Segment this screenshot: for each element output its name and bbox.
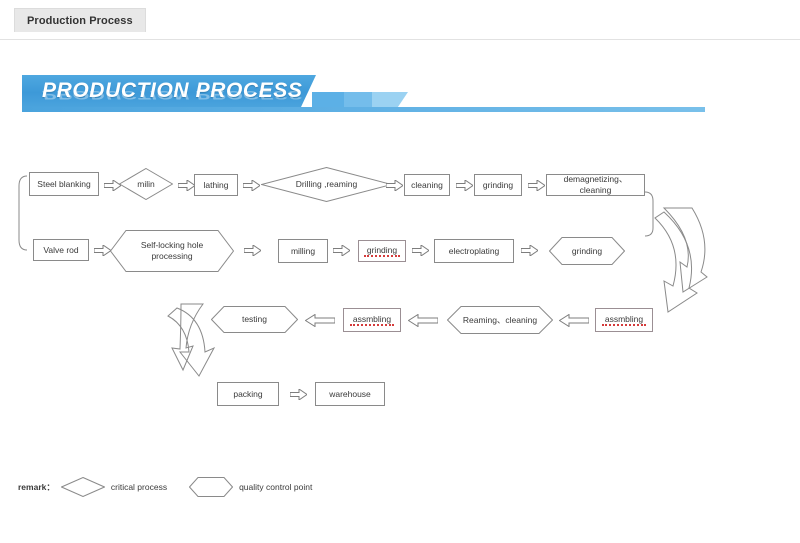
flow-node-milling[interactable]: milling [278,239,328,263]
flow-node-label: Steel blanking [37,178,91,189]
flow-node-label: cleaning [411,179,443,190]
flow-arrow-5 [456,180,473,191]
flow-node-label: Drilling ,reaming [295,179,358,190]
flow-node-assmbling-2[interactable]: assmbling [595,308,653,332]
flow-node-self-locking-hole-processing[interactable]: Self-locking hole processing [110,230,234,272]
connector-left-bracket [18,175,28,251]
flow-node-milin[interactable]: milin [119,168,173,200]
legend-hexagon-icon [189,477,234,497]
flow-arrow-1 [104,180,121,191]
flow-arrow-9 [333,245,350,256]
flow-arrow-10 [412,245,429,256]
page-title: PRODUCTION PROCESS [42,79,303,102]
legend-diamond-icon [60,477,105,497]
flow-node-grinding-3[interactable]: grinding [549,237,625,265]
flow-node-reaming-cleaning[interactable]: Reaming、cleaning [447,306,553,334]
flow-node-cleaning[interactable]: cleaning [404,174,450,196]
flow-node-label: Reaming、cleaning [462,314,538,325]
banner-accent-segment-2 [344,92,372,107]
flow-node-grinding-1[interactable]: grinding [474,174,522,196]
curved-arrow-left-shadow [171,303,204,372]
flow-node-label: milin [137,178,155,189]
legend: remark： critical process quality control… [18,476,318,498]
flow-arrow-6 [528,180,545,191]
flow-node-label: assmbling [601,314,647,327]
flow-node-label: milling [290,245,316,256]
flow-node-label: Self-locking hole processing [140,240,204,261]
flow-node-label: demagnetizing、cleaning [563,174,628,195]
tab-production-process[interactable]: Production Process [14,8,146,32]
flow-node-label: lathing [203,179,229,190]
flow-node-lathing[interactable]: lathing [194,174,238,196]
flow-node-grinding-2[interactable]: grinding [358,240,406,262]
flow-arrow-8 [244,245,261,256]
flow-node-demagnetizing-cleaning[interactable]: demagnetizing、cleaning [546,174,645,196]
flow-arrow-12 [559,314,589,327]
flow-node-label: warehouse [329,388,371,399]
flow-node-drilling-reaming[interactable]: Drilling ,reaming [261,167,392,202]
flow-node-label: Valve rod [43,244,79,255]
flow-node-testing[interactable]: testing [211,306,298,333]
flow-node-label: assmbling [349,314,395,327]
tab-label: Production Process [27,14,133,27]
banner-bottom-bar [22,107,705,112]
legend-label-quality-control-point: quality control point [239,482,313,492]
flow-node-label: grinding [363,245,401,258]
legend-remark-label: remark： [18,482,55,492]
flow-arrow-4 [386,180,403,191]
flow-node-electroplating[interactable]: electroplating [434,239,514,263]
flow-node-label: grinding [571,245,603,256]
page-banner: PRODUCTION PROCESS PRODUCTION PROCESS [22,75,705,120]
banner-accent-segment-1 [312,92,344,107]
flow-arrow-2 [178,180,195,191]
legend-label-critical-process: critical process [110,482,168,492]
flow-node-label: electroplating [448,245,500,256]
flow-node-assmbling-1[interactable]: assmbling [343,308,401,332]
browser-tab-bar: Production Process [0,0,800,40]
flow-node-label: testing [241,314,268,325]
flow-arrow-15 [290,389,307,400]
flow-node-valve-rod[interactable]: Valve rod [33,239,89,261]
flow-arrow-3 [243,180,260,191]
curved-arrow-right [654,211,698,313]
flow-node-warehouse[interactable]: warehouse [315,382,385,406]
flow-arrow-11 [521,245,538,256]
flow-node-label: packing [233,388,263,399]
connector-right-bracket [644,191,654,237]
flow-node-packing[interactable]: packing [217,382,279,406]
curved-arrow-left [167,307,216,377]
curved-arrow-right-shadow [662,207,708,293]
flow-arrow-7 [94,245,111,256]
flow-node-steel-blanking[interactable]: Steel blanking [29,172,99,196]
banner-accent-segment-3 [372,92,408,107]
flow-arrow-13 [408,314,438,327]
flow-node-label: grinding [482,179,514,190]
flow-arrow-14 [305,314,335,327]
